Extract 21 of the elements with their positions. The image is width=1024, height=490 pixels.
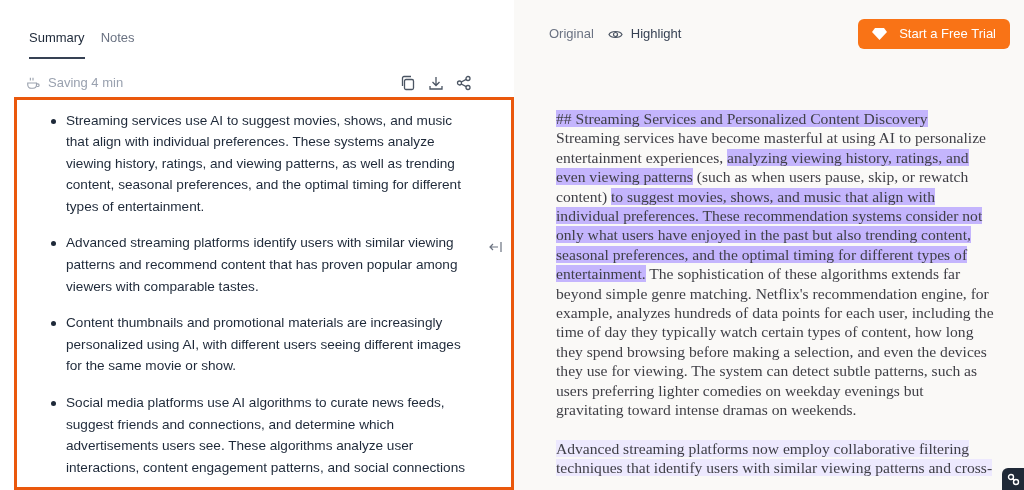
coffee-cup-icon [26,75,40,90]
start-free-trial-button[interactable]: Start a Free Trial [858,19,1010,49]
collapse-arrow-icon[interactable] [489,241,502,253]
summary-point: Advanced streaming platforms identify users with similar viewing patterns and recommend content that has proven popular among viewers with comparable tastes. [66,234,459,296]
article-paragraph: Advanced streaming platforms now employ collaborative filtering techniques that identify users with similar viewing patterns and cross- [556,438,994,478]
tab[interactable]: Summary [29,28,85,59]
saving-time-label: Saving 4 min [48,73,124,92]
link-icon [1006,472,1020,486]
copy-icon[interactable] [400,74,416,91]
download-icon[interactable] [428,74,444,91]
floating-tool-badge[interactable] [1002,468,1024,490]
summary-point: Content thumbnails and promotional materials are increasingly personalized using AI, with different users seeing different images for the same movie or show. [66,314,462,376]
diamond-icon [872,28,888,40]
article-paragraph: ## Streaming Services and Personalized Content Discovery Streaming services have become masterful at using AI to personalize entertainment experiences, analyzing viewing history, ratings, and even viewing patterns (such as when users pause, skip, or rewatch content) to suggest movies, shows, and music that align with individual preferences. These recommendation systems consider not only what users have enjoyed in the past but also trending content, seasonal preferences, and the optimal timing for different types of entertainment. The sophistication of these algorithms extends far beyond simple genre matching. Netflix's recommendation engine, for example, analyzes hundreds of data points for each user, including the time of day they typically watch certain types of content, how long they spend browsing before making a selection, and even the devices they use for viewing. The system can detect subtle patterns, such as users preferring lighter comedies on weekday evenings but gravitating toward intense dramas on weekends. [556,109,994,420]
summary-point: Social media platforms use AI algorithms to curate news feeds, suggest friends and connections, and determine which advertisements users see. These algorithms analyze user interactions, content engagement patterns, and social connections [66,394,466,477]
view-mode-toggle[interactable]: Highlight [607,24,682,44]
tab[interactable]: Notes [100,28,135,59]
view-mode-toggle[interactable]: Original [549,24,594,44]
eye-icon [607,28,623,40]
share-icon[interactable] [456,74,472,91]
summary-point: Streaming services use AI to suggest movies, shows, and music that align with individual preferences. These systems analyze viewing history, ratings, and viewing patterns, as well as trending content, seasonal preferences, and the optimal timing for different types of entertainment. [66,111,462,216]
